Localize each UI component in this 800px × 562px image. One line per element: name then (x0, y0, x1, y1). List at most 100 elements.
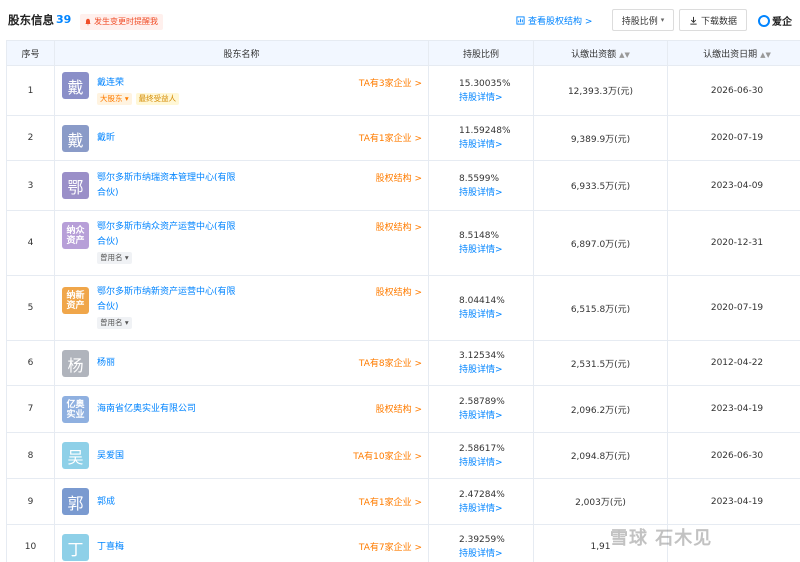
shareholder-name-link[interactable]: 戴昕 (97, 131, 115, 146)
date-value: 2026-06-30 (667, 65, 800, 116)
ratio-cell: 8.5599% 持股详情> (428, 160, 534, 211)
related-companies-link[interactable]: TA有1家企业 > (359, 131, 422, 144)
download-label: 下载数据 (700, 16, 737, 27)
ratio-cell: 8.5148% 持股详情> (428, 210, 534, 276)
ratio-cell: 2.47284% 持股详情> (428, 478, 534, 525)
related-companies-link[interactable]: TA有1家企业 > (359, 495, 422, 508)
shareholder-name-link[interactable]: 合伙) (97, 300, 119, 315)
ratio-detail-link[interactable]: 持股详情> (459, 363, 533, 377)
date-value: 2012-04-22 (667, 340, 800, 386)
sort-label: 持股比例 (621, 16, 658, 27)
shareholder-name-link[interactable]: 丁喜梅 (97, 540, 124, 555)
shareholder-name-link[interactable]: 郭成 (97, 495, 115, 510)
ratio-value: 8.04414% (459, 296, 505, 306)
view-equity-structure-label: 查看股权结构 > (528, 17, 593, 27)
ratio-cell: 11.59248% 持股详情> (428, 115, 534, 161)
row-index: 9 (6, 478, 55, 525)
shareholder-table: 序号 股东名称 持股比例 认缴出资额 ▲▼ 认缴出资日期 ▲▼ 1 戴戴连荣 大股东 ▾… (6, 40, 800, 562)
shareholder-name-link[interactable]: 合伙) (97, 186, 119, 201)
section-header: 股东信息 39 发生变更时提醒我 查看股权结构 > 持股比例 ▾ 下载数据 爱企 (0, 0, 800, 40)
ratio-detail-link[interactable]: 持股详情> (459, 186, 533, 200)
col-header-capital[interactable]: 认缴出资额 ▲▼ (533, 40, 668, 66)
chevron-down-icon: ▾ (660, 16, 665, 24)
col-header-capital-label: 认缴出资额 (571, 49, 617, 60)
ratio-detail-link[interactable]: 持股详情> (459, 547, 533, 561)
chart-icon (516, 16, 525, 25)
shareholder-name-link[interactable]: 鄂尔多斯市纳新资产运营中心(有限 (97, 285, 236, 300)
view-equity-structure-link[interactable]: 查看股权结构 > (516, 14, 592, 27)
related-companies-link[interactable]: TA有3家企业 > (359, 76, 422, 89)
former-name-dropdown[interactable]: 曾用名 ▾ (97, 252, 132, 264)
equity-structure-link[interactable]: 股权结构 > (376, 402, 422, 415)
sort-by-ratio-dropdown[interactable]: 持股比例 ▾ (612, 9, 674, 31)
capital-value: 9,389.9万(元) (533, 115, 668, 161)
ratio-detail-link[interactable]: 持股详情> (459, 91, 533, 105)
ratio-detail-link[interactable]: 持股详情> (459, 138, 533, 152)
table-row: 5 纳新 资产 鄂尔多斯市纳新资产运营中心(有限 合伙) 曾用名 ▾ 股权结构 > 8.044… (6, 275, 800, 341)
shareholder-cell: 郭郭成 TA有1家企业 > (54, 478, 429, 525)
capital-value: 2,531.5万(元) (533, 340, 668, 386)
equity-structure-link[interactable]: 股权结构 > (376, 220, 422, 233)
row-index: 8 (6, 432, 55, 479)
table-row: 1 戴戴连荣 大股东 ▾ 最终受益人 TA有3家企业 > 15.30035% 持股详情> 12… (6, 65, 800, 116)
major-shareholder-badge[interactable]: 大股东 ▾ (97, 93, 132, 105)
date-value: 2026-06-30 (667, 432, 800, 479)
shareholder-avatar: 亿奥 实业 (62, 396, 89, 423)
ratio-detail-link[interactable]: 持股详情> (459, 243, 533, 257)
shareholder-name-link[interactable]: 戴连荣 (97, 76, 124, 91)
col-header-date[interactable]: 认缴出资日期 ▲▼ (667, 40, 800, 66)
related-companies-link[interactable]: TA有7家企业 > (359, 540, 422, 553)
date-value: 2023-04-09 (667, 160, 800, 211)
former-name-dropdown[interactable]: 曾用名 ▾ (97, 317, 132, 329)
shareholder-name-link[interactable]: 合伙) (97, 235, 119, 250)
equity-structure-link[interactable]: 股权结构 > (376, 171, 422, 184)
shareholder-name-link[interactable]: 杨丽 (97, 356, 115, 371)
shareholder-name-link[interactable]: 鄂尔多斯市纳众资产运营中心(有限 (97, 220, 236, 235)
tag-row: 曾用名 ▾ (97, 252, 132, 264)
shareholder-avatar: 丁 (62, 534, 89, 561)
table-row: 9 郭郭成 TA有1家企业 > 2.47284% 持股详情> 2,003万(元) 2023-… (6, 478, 800, 525)
ratio-value: 3.12534% (459, 351, 505, 361)
date-value: 2023-04-19 (667, 478, 800, 525)
download-button[interactable]: 下载数据 (679, 9, 747, 31)
ratio-detail-link[interactable]: 持股详情> (459, 456, 533, 470)
ratio-detail-link[interactable]: 持股详情> (459, 409, 533, 423)
table-row: 3 鄂鄂尔多斯市纳瑞资本管理中心(有限 合伙) 股权结构 > 8.5599% 持股详情> 6… (6, 160, 800, 211)
shareholder-avatar: 杨 (62, 350, 89, 377)
capital-value: 2,094.8万(元) (533, 432, 668, 479)
equity-structure-link[interactable]: 股权结构 > (376, 285, 422, 298)
table-row: 4 纳众 资产 鄂尔多斯市纳众资产运营中心(有限 合伙) 曾用名 ▾ 股权结构 > 8.514… (6, 210, 800, 276)
shareholder-count: 39 (56, 13, 72, 26)
table-row: 8 吴吴爱国 TA有10家企业 > 2.58617% 持股详情> 2,094.8万(元) 2… (6, 432, 800, 479)
date-value: 2020-07-19 (667, 275, 800, 341)
shareholder-name-link[interactable]: 吴爱国 (97, 449, 124, 464)
sort-icon[interactable]: ▲▼ (760, 51, 771, 59)
table-header-row: 序号 股东名称 持股比例 认缴出资额 ▲▼ 认缴出资日期 ▲▼ (6, 40, 800, 66)
shareholder-name-link[interactable]: 鄂尔多斯市纳瑞资本管理中心(有限 (97, 171, 236, 186)
shareholder-avatar: 吴 (62, 442, 89, 469)
change-remind-button[interactable]: 发生变更时提醒我 (80, 14, 163, 30)
ratio-detail-link[interactable]: 持股详情> (459, 502, 533, 516)
ratio-value: 2.58617% (459, 443, 505, 454)
shareholder-avatar: 郭 (62, 488, 89, 515)
shareholder-cell: 杨杨丽 TA有8家企业 > (54, 340, 429, 386)
related-companies-link[interactable]: TA有10家企业 > (353, 449, 422, 462)
capital-value: 6,933.5万(元) (533, 160, 668, 211)
ratio-cell: 2.58789% 持股详情> (428, 385, 534, 433)
beneficiary-badge: 最终受益人 (135, 93, 180, 105)
date-value: 2023-04-19 (667, 385, 800, 433)
ratio-value: 15.30035% (459, 78, 511, 89)
sort-icon[interactable]: ▲▼ (619, 51, 630, 59)
remind-label: 发生变更时提醒我 (94, 17, 158, 26)
shareholder-avatar: 纳新 资产 (62, 287, 89, 314)
capital-value: 6,515.8万(元) (533, 275, 668, 341)
ratio-detail-link[interactable]: 持股详情> (459, 308, 533, 322)
related-companies-link[interactable]: TA有8家企业 > (359, 356, 422, 369)
table-body: 1 戴戴连荣 大股东 ▾ 最终受益人 TA有3家企业 >15.30035% 持股详情> 12… (6, 65, 800, 562)
shareholder-name-link[interactable]: 海南省亿奥实业有限公司 (97, 402, 196, 417)
table-row: 6 杨杨丽 TA有8家企业 > 3.12534% 持股详情> 2,531.5万(元) 201… (6, 340, 800, 386)
download-icon (690, 16, 697, 25)
row-index: 1 (6, 65, 55, 116)
brand-logo: 爱企 (758, 13, 792, 28)
shareholder-cell: 纳众 资产 鄂尔多斯市纳众资产运营中心(有限 合伙) 曾用名 ▾ 股权结构 > (54, 210, 429, 276)
